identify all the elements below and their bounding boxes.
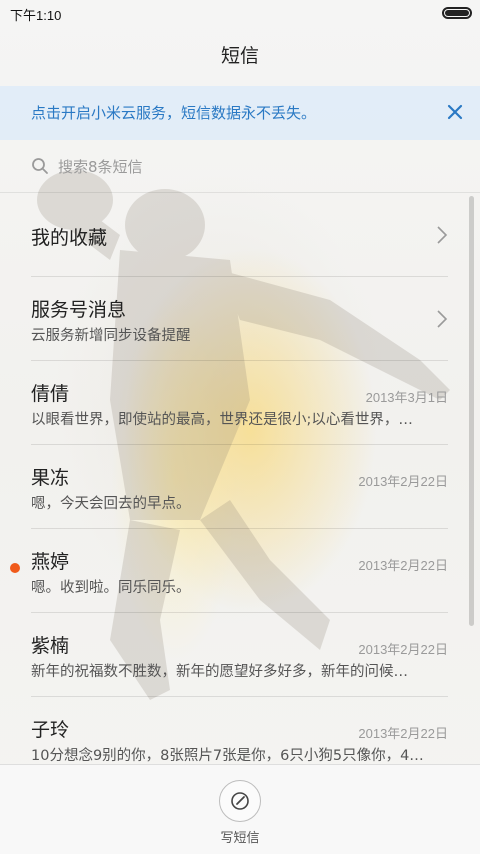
- row-preview: 云服务新增同步设备提醒: [31, 328, 191, 344]
- status-bar: 下午1:10: [0, 0, 480, 26]
- message-date: 2013年2月22日: [358, 558, 448, 573]
- message-date: 2013年2月22日: [358, 642, 448, 657]
- list-item-conversation[interactable]: 果冻 2013年2月22日 嗯，今天会回去的早点。: [31, 445, 448, 529]
- search-icon: [31, 157, 49, 175]
- bottom-toolbar: 写短信: [0, 764, 480, 854]
- contact-name: 紫楠: [31, 635, 70, 657]
- banner-text[interactable]: 点击开启小米云服务，短信数据永不丢失。: [31, 102, 316, 123]
- row-preview: 嗯。收到啦。同乐同乐。: [31, 580, 191, 596]
- unread-indicator: [10, 563, 20, 573]
- row-preview: 10分想念9别的你，8张照片7张是你，6只小狗5只像你，4…: [31, 748, 424, 764]
- chevron-right-icon: [436, 225, 448, 245]
- row-preview: 新年的祝福数不胜数，新年的愿望好多好多，新年的问候…: [31, 664, 408, 680]
- compose-icon: [230, 791, 250, 811]
- compose-label[interactable]: 写短信: [0, 827, 480, 846]
- row-title: 服务号消息: [31, 299, 127, 321]
- message-date: 2013年3月1日: [365, 390, 448, 405]
- compose-button[interactable]: [219, 780, 261, 822]
- contact-name: 燕婷: [31, 551, 70, 573]
- message-date: 2013年2月22日: [358, 474, 448, 489]
- close-icon[interactable]: [442, 99, 468, 125]
- list-item-service-messages[interactable]: 服务号消息 云服务新增同步设备提醒: [31, 277, 448, 361]
- scrollbar[interactable]: [469, 196, 474, 626]
- search-input[interactable]: 搜索8条短信: [58, 156, 143, 177]
- row-preview: 以眼看世界，即使站的最高，世界还是很小;以心看世界，…: [31, 412, 413, 428]
- search-bar[interactable]: 搜索8条短信: [0, 140, 480, 193]
- battery-icon: [442, 7, 472, 19]
- list-item-conversation[interactable]: 倩倩 2013年3月1日 以眼看世界，即使站的最高，世界还是很小;以心看世界，…: [31, 361, 448, 445]
- list-item-conversation[interactable]: 燕婷 2013年2月22日 嗯。收到啦。同乐同乐。: [10, 529, 448, 613]
- row-preview: 嗯，今天会回去的早点。: [31, 496, 191, 512]
- status-time: 下午1:10: [10, 8, 62, 23]
- contact-name: 倩倩: [31, 383, 70, 405]
- contact-name: 果冻: [31, 467, 70, 489]
- row-title: 我的收藏: [31, 227, 108, 249]
- page-title: 短信: [220, 45, 259, 67]
- chevron-right-icon: [436, 309, 448, 329]
- contact-name: 子玲: [31, 719, 70, 741]
- list-item-conversation[interactable]: 紫楠 2013年2月22日 新年的祝福数不胜数，新年的愿望好多好多，新年的问候…: [31, 613, 448, 697]
- list-item-favorites[interactable]: 我的收藏: [31, 193, 448, 277]
- cloud-service-banner[interactable]: 点击开启小米云服务，短信数据永不丢失。: [0, 86, 480, 140]
- message-date: 2013年2月22日: [358, 726, 448, 741]
